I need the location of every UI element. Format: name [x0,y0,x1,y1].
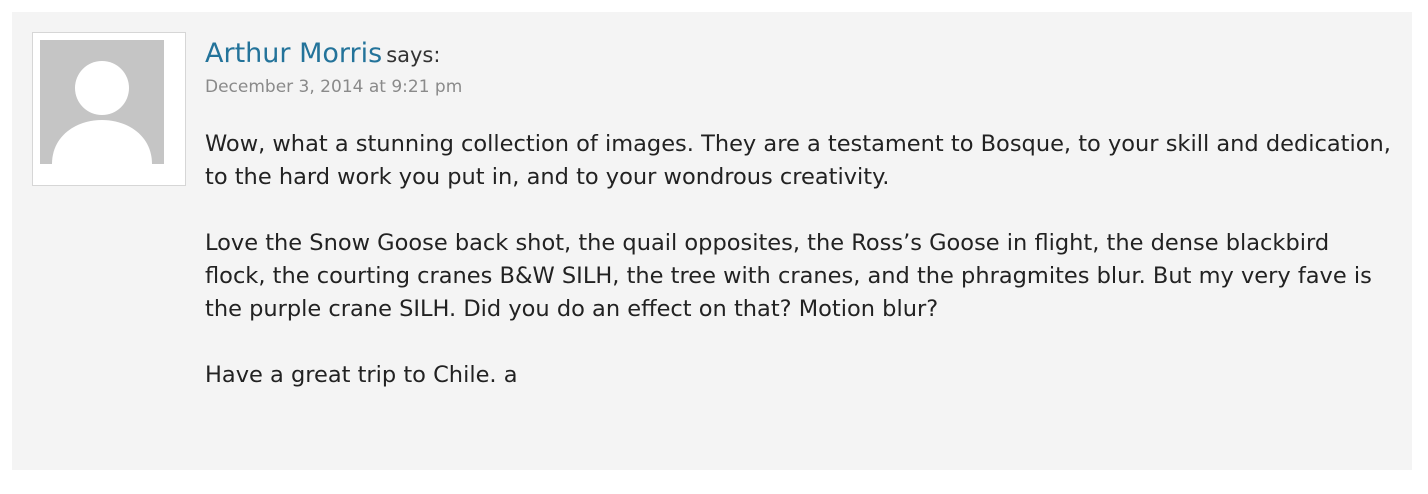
comment-body: Arthur Morris says: December 3, 2014 at 9… [205,32,1395,392]
comment: Arthur Morris says: December 3, 2014 at 9… [12,12,1412,470]
comment-paragraph: Love the Snow Goose back shot, the quail… [205,230,1372,322]
comment-date-link[interactable]: December 3, 2014 at 9:21 pm [205,76,1395,98]
avatar [32,32,186,186]
comment-text: Wow, what a stunning collection of image… [205,128,1395,392]
says-label: says: [386,43,441,67]
comment-paragraph: Wow, what a stunning collection of image… [205,131,1391,190]
comment-author-line: Arthur Morris says: [205,32,1395,76]
comment-paragraph: Have a great trip to Chile. a [205,362,518,388]
author-link[interactable]: Arthur Morris [205,38,382,69]
default-avatar-icon [40,40,164,164]
